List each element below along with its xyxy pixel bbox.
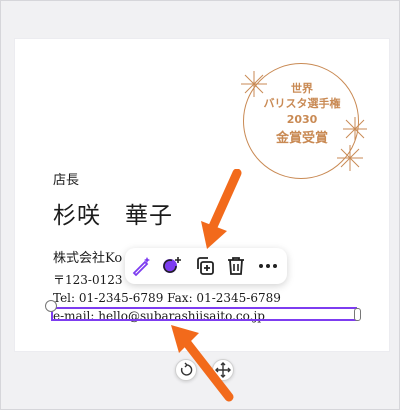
address-line[interactable]: 〒123-0123: [53, 271, 123, 288]
firework-icon: [241, 71, 267, 97]
firework-icon: [343, 117, 367, 141]
text-selection-box[interactable]: [51, 307, 357, 321]
firework-icon: [337, 145, 363, 171]
annotation-arrow-down-icon: [201, 169, 242, 249]
resize-handle-right[interactable]: [354, 308, 361, 321]
context-toolbar: [125, 248, 287, 284]
job-title[interactable]: 店長: [53, 169, 79, 188]
person-name[interactable]: 杉咲 華子: [53, 196, 173, 230]
comment-add-icon[interactable]: [159, 254, 183, 278]
resize-handle-left[interactable]: [45, 300, 57, 312]
annotation-arrow-up-icon: [171, 325, 234, 402]
duplicate-icon[interactable]: [193, 254, 217, 278]
delete-icon[interactable]: [224, 254, 248, 278]
magic-edit-icon[interactable]: [129, 254, 153, 278]
tel-fax-line[interactable]: Tel: 01-2345-6789 Fax: 01-2345-6789: [53, 291, 281, 305]
more-icon[interactable]: [256, 254, 280, 278]
company-name[interactable]: 株式会社Ko: [53, 247, 122, 266]
seal-line-2: バリスタ選手権: [263, 97, 341, 110]
